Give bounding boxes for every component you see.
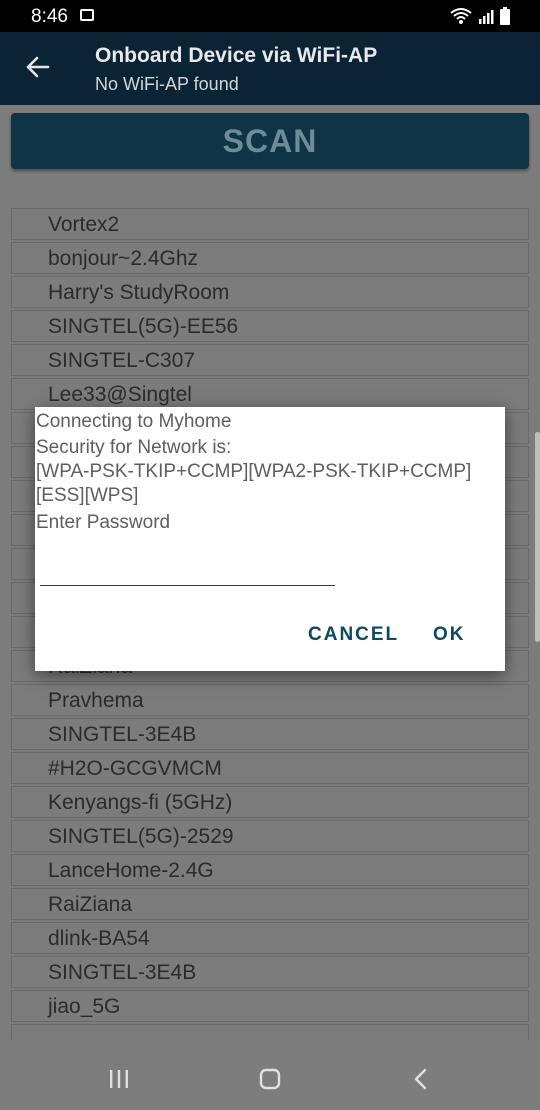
network-list-item[interactable]: dlink-BA54 — [11, 922, 529, 954]
network-list-item[interactable]: SINGTEL-C307 — [11, 344, 529, 376]
dialog-security-label: Security for Network is: — [36, 437, 232, 458]
password-field[interactable] — [40, 555, 335, 586]
signal-icon — [479, 10, 494, 24]
dialog-password-label: Enter Password — [36, 512, 171, 533]
network-list-item[interactable]: RaiZiana — [11, 888, 529, 920]
image-icon — [80, 9, 94, 21]
status-icons — [450, 6, 510, 26]
network-list-item[interactable]: jiao_5G — [11, 990, 529, 1022]
network-list-item[interactable]: SINGTEL-3E4B — [11, 956, 529, 988]
network-list-item[interactable] — [11, 1024, 529, 1040]
network-list-item[interactable]: Vortex2 — [11, 208, 529, 240]
network-list-item[interactable]: Lee33@Singtel — [11, 378, 529, 410]
cancel-button[interactable]: CANCEL — [308, 624, 399, 646]
network-list-item[interactable]: SINGTEL-3E4B — [11, 718, 529, 750]
network-list-item[interactable]: bonjour~2.4Ghz — [11, 242, 529, 274]
ok-button[interactable]: OK — [433, 624, 466, 646]
dialog-security-value: [WPA-PSK-TKIP+CCMP][WPA2-PSK-TKIP+CCMP] — [36, 461, 472, 482]
network-list-item[interactable]: SINGTEL(5G)-2529 — [11, 820, 529, 852]
dialog-connecting-text: Connecting to Myhome — [36, 411, 232, 432]
home-icon[interactable] — [259, 1068, 281, 1090]
app-bar: Onboard Device via WiFi-AP No WiFi-AP fo… — [0, 32, 540, 105]
network-list-item[interactable]: SINGTEL(5G)-EE56 — [11, 310, 529, 342]
status-bar: 8:46 — [0, 0, 540, 32]
scan-button[interactable]: SCAN — [11, 113, 529, 169]
network-list-item[interactable]: Pravhema — [11, 684, 529, 716]
network-list-item[interactable]: #H2O-GCGVMCM — [11, 752, 529, 784]
arrow-left-icon[interactable] — [24, 54, 50, 80]
dialog-security-flags: [ESS][WPS] — [36, 485, 139, 506]
nav-back-icon[interactable] — [412, 1068, 430, 1090]
scrollbar-thumb[interactable] — [535, 432, 540, 642]
status-time: 8:46 — [31, 6, 68, 27]
network-list-item[interactable]: Harry's StudyRoom — [11, 276, 529, 308]
recents-icon[interactable] — [108, 1068, 130, 1090]
page-subtitle: No WiFi-AP found — [95, 74, 239, 94]
battery-icon — [500, 7, 510, 25]
page-title: Onboard Device via WiFi-AP — [95, 44, 378, 67]
network-list-item[interactable]: Kenyangs-fi (5GHz) — [11, 786, 529, 818]
network-list-item[interactable]: LanceHome-2.4G — [11, 854, 529, 886]
system-nav-bar — [0, 1046, 540, 1110]
wifi-icon — [450, 8, 472, 24]
